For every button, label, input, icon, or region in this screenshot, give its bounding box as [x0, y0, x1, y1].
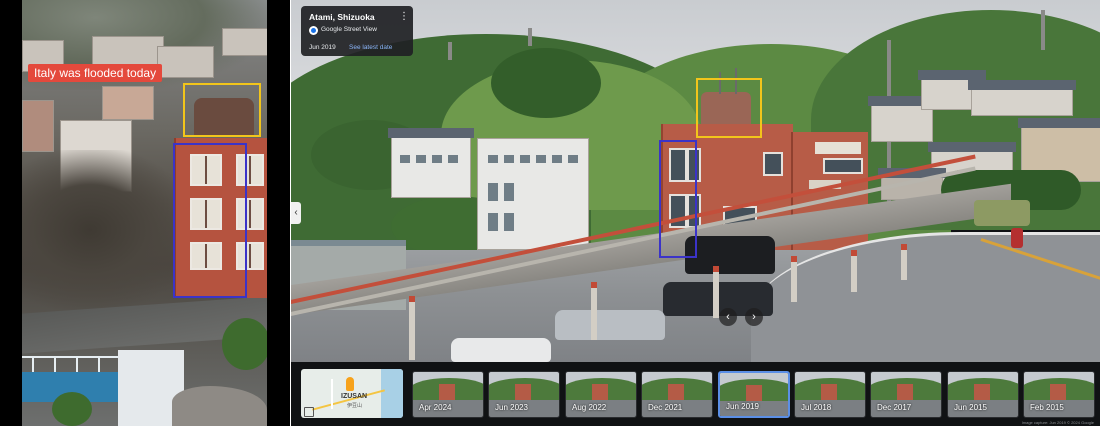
date-thumbnail-label: Jul 2018: [801, 403, 832, 412]
see-latest-date-link[interactable]: See latest date: [349, 44, 392, 51]
date-thumbnail[interactable]: Jun 2023: [488, 371, 560, 418]
tree: [222, 318, 267, 370]
thumb-building: [515, 384, 531, 400]
highlight-box-rooftop: [696, 78, 762, 138]
pylon: [448, 42, 452, 60]
thumb-building: [821, 384, 837, 400]
flood-caption: Italy was flooded today: [28, 64, 163, 82]
thumb-building: [1050, 384, 1066, 400]
house: [157, 46, 214, 78]
date-thumbnail-label: Jun 2023: [495, 403, 528, 412]
windows: [488, 213, 518, 231]
navigation-arrows: ‹ ›: [719, 308, 765, 326]
thumb-building: [592, 384, 608, 400]
thumb-building: [974, 384, 990, 400]
map-road: [331, 379, 333, 409]
highlight-box-building: [173, 143, 247, 298]
thumb-building: [897, 384, 913, 400]
street-view-icon: [309, 26, 318, 35]
minimap[interactable]: IZUSAN 伊豆山: [301, 369, 403, 418]
date-thumbnail-label: Dec 2021: [648, 403, 683, 412]
flood-video-panel: Italy was flooded today: [0, 0, 290, 426]
car: [451, 338, 551, 362]
thumb-building: [668, 384, 684, 400]
house: [968, 80, 1076, 116]
time-travel-strip: IZUSAN 伊豆山 Apr 2024 Jun 2023 Aug 2022 Dec 2…: [291, 362, 1100, 426]
window: [763, 152, 783, 176]
chevron-left-icon[interactable]: ‹: [291, 202, 301, 224]
car: [555, 310, 665, 340]
date-thumbnail[interactable]: Jun 2019: [718, 371, 790, 418]
rail-post: [901, 244, 907, 280]
map-place-label: IZUSAN: [341, 393, 368, 400]
thumb-building: [439, 384, 455, 400]
pylon: [528, 28, 532, 46]
highlight-box-rooftop: [183, 83, 261, 137]
mudflow: [22, 150, 192, 310]
source-label: Google Street View: [321, 26, 377, 33]
street-view-panel: Atami, Shizuoka ⋮ Google Street View Jun…: [291, 0, 1100, 426]
date-thumbnail-label: Jun 2015: [954, 403, 987, 412]
trees: [491, 48, 601, 118]
van: [974, 200, 1030, 226]
rail-post: [791, 256, 797, 302]
thumb-building: [746, 385, 762, 401]
house: [222, 28, 267, 56]
windows: [488, 155, 578, 163]
house: [102, 86, 154, 120]
pylon: [1041, 10, 1045, 50]
date-thumbnail[interactable]: Jul 2018: [794, 371, 866, 418]
date-thumbnail[interactable]: Apr 2024: [412, 371, 484, 418]
location-info-card: Atami, Shizuoka ⋮ Google Street View Jun…: [301, 6, 413, 56]
chevron-right-icon[interactable]: ›: [745, 308, 763, 326]
attribution: Image capture: Jun 2019 © 2024 Google: [1021, 420, 1094, 425]
windows: [400, 155, 462, 163]
tree: [52, 392, 92, 426]
location-title: Atami, Shizuoka: [309, 12, 375, 22]
date-thumbnail-label: Dec 2017: [877, 403, 912, 412]
more-vert-icon[interactable]: ⋮: [399, 11, 409, 23]
white-building: [477, 138, 589, 250]
date-thumbnail-label: Apr 2024: [419, 403, 452, 412]
date-thumbnails: Apr 2024 Jun 2023 Aug 2022 Dec 2021 Jun 2019…: [412, 371, 1096, 418]
date-thumbnail-label: Aug 2022: [572, 403, 607, 412]
rail-post: [851, 250, 857, 292]
windows: [488, 183, 518, 201]
scooter: [1011, 228, 1023, 248]
rail-post: [409, 296, 415, 360]
car: [685, 236, 775, 274]
street-view-scene[interactable]: Atami, Shizuoka ⋮ Google Street View Jun…: [291, 0, 1100, 362]
rock: [172, 386, 267, 426]
shop-sign: [815, 142, 861, 154]
window: [823, 158, 863, 174]
capture-date: Jun 2019: [309, 44, 336, 51]
house: [388, 128, 474, 198]
pegman-icon: [346, 377, 354, 391]
map-place-sublabel: 伊豆山: [347, 403, 363, 409]
date-thumbnail[interactable]: Aug 2022: [565, 371, 637, 418]
rail-post: [591, 282, 597, 340]
date-thumbnail[interactable]: Jun 2015: [947, 371, 1019, 418]
date-thumbnail-label: Feb 2015: [1030, 403, 1064, 412]
date-thumbnail[interactable]: Dec 2021: [641, 371, 713, 418]
date-thumbnail[interactable]: Dec 2017: [870, 371, 942, 418]
chevron-left-icon[interactable]: ‹: [719, 308, 737, 326]
house: [22, 100, 54, 152]
date-thumbnail-label: Jun 2019: [726, 402, 759, 411]
date-thumbnail[interactable]: Feb 2015: [1023, 371, 1095, 418]
highlight-box-building: [659, 140, 697, 258]
expand-icon[interactable]: [304, 407, 314, 417]
map-sea: [381, 369, 403, 418]
